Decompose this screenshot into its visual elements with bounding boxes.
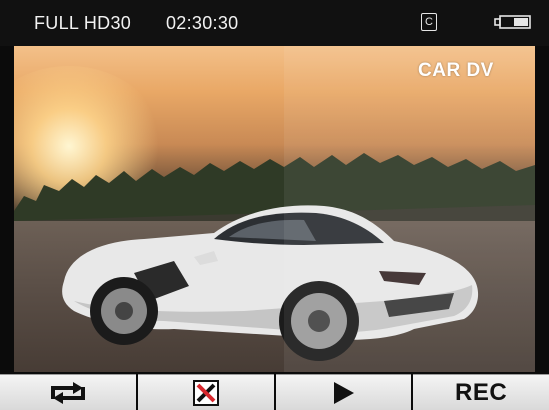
cyclic-record-badge: C bbox=[421, 13, 437, 31]
battery-icon bbox=[494, 15, 531, 29]
mute-button[interactable] bbox=[137, 374, 274, 410]
loop-record-icon bbox=[50, 381, 85, 404]
record-button[interactable]: REC bbox=[413, 374, 549, 410]
recording-time: 02:30:30 bbox=[166, 13, 239, 33]
resolution-label: FULL HD30 bbox=[34, 13, 132, 33]
record-label: REC bbox=[455, 378, 508, 406]
play-icon bbox=[334, 381, 355, 404]
camera-screen: FULL HD30 02:30:30 C CAR DV REC bbox=[0, 0, 549, 410]
status-bar: FULL HD30 02:30:30 C bbox=[0, 0, 549, 46]
screen-glare bbox=[284, 46, 535, 372]
loop-record-button[interactable] bbox=[0, 374, 136, 410]
camera-preview: CAR DV bbox=[14, 46, 535, 372]
play-button[interactable] bbox=[275, 374, 412, 410]
mute-icon bbox=[192, 379, 219, 406]
bottom-toolbar: REC bbox=[0, 374, 549, 410]
watermark-text: CAR DV bbox=[418, 60, 494, 81]
